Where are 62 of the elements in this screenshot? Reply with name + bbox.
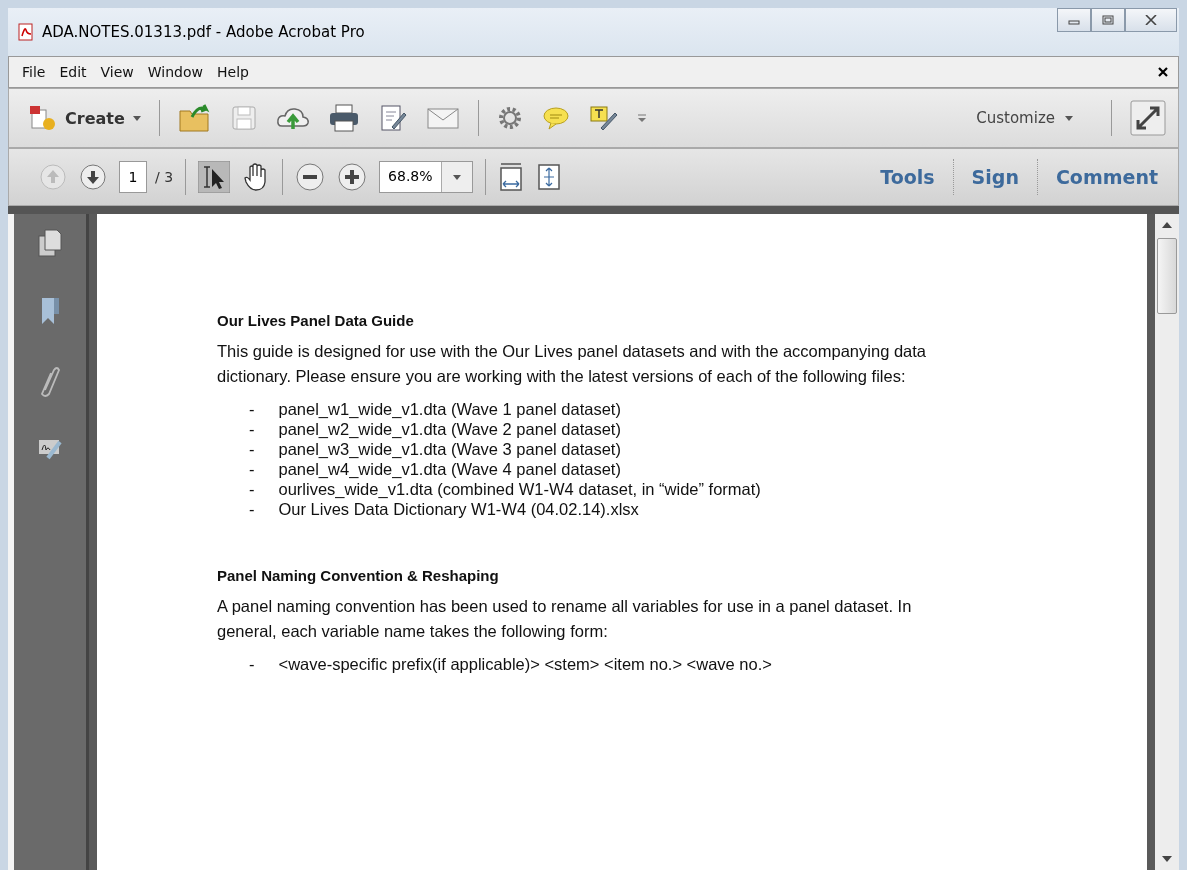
list-item: Our Lives Data Dictionary W1-W4 (04.02.14).xlsx: [278, 499, 639, 519]
list-marker: -: [249, 439, 255, 459]
scrollbar[interactable]: [1155, 214, 1179, 870]
create-button[interactable]: Create: [29, 104, 141, 132]
list-item: panel_w1_wide_v1.dta (Wave 1 panel dataset): [278, 399, 621, 419]
gear-icon[interactable]: [496, 105, 523, 131]
scroll-down-icon[interactable]: [1162, 856, 1172, 862]
panel-tab[interactable]: Sign: [965, 162, 1025, 192]
restore-icon: [1102, 15, 1114, 25]
close-button[interactable]: [1125, 8, 1177, 32]
create-document-icon: [29, 104, 57, 132]
window-title: ADA.NOTES.01313.pdf - Adobe Acrobat Pro: [42, 23, 365, 41]
panel-tab[interactable]: Tools: [874, 162, 941, 192]
bookmark-icon[interactable]: [40, 296, 60, 326]
caret-icon: [452, 174, 461, 180]
paragraph: A panel naming convention has been used to rename all variables for use in a panel dataset. In general, each variable name takes the following form:: [217, 596, 913, 642]
overflow-icon[interactable]: [636, 113, 647, 123]
list-marker: -: [249, 399, 255, 419]
folder-icon[interactable]: [177, 103, 212, 133]
paperclip-icon[interactable]: [40, 364, 60, 398]
customize-button[interactable]: Customize: [970, 108, 1079, 128]
highlight-text-icon[interactable]: [588, 104, 619, 132]
close-icon[interactable]: [1158, 67, 1168, 77]
scroll-up-icon[interactable]: [1162, 222, 1172, 228]
page-count: / 3: [155, 169, 174, 185]
list-item: panel_w2_wide_v1.dta (Wave 2 panel dataset): [278, 419, 621, 439]
zoom-in-icon[interactable]: [337, 162, 368, 192]
close-icon: [1145, 15, 1157, 25]
menu-item[interactable]: Help: [210, 64, 256, 80]
list-marker: -: [249, 479, 255, 499]
fit-page-icon[interactable]: [535, 162, 562, 192]
scrollbar-thumb[interactable]: [1157, 238, 1177, 314]
list-marker: -: [249, 419, 255, 439]
menu-item[interactable]: Window: [140, 64, 210, 80]
maximize-button[interactable]: [1091, 8, 1125, 32]
caret-icon: [132, 115, 141, 121]
print-icon[interactable]: [327, 103, 360, 133]
fit-width-icon[interactable]: [497, 162, 524, 192]
list-item: panel_w3_wide_v1.dta (Wave 3 panel dataset): [278, 439, 621, 459]
expand-icon[interactable]: [1130, 100, 1166, 136]
pages-icon[interactable]: [38, 228, 62, 258]
zoom-field[interactable]: 68.8%: [379, 161, 473, 193]
list-marker: -: [249, 654, 255, 674]
list-marker: -: [249, 459, 255, 479]
list-item: panel_w4_wide_v1.dta (Wave 4 panel dataset): [278, 459, 621, 479]
list-item: ourlives_wide_v1.dta (combined W1-W4 dataset, in “wide” format): [278, 479, 761, 499]
page-number-field[interactable]: 1: [119, 161, 147, 193]
caret-icon: [1065, 115, 1073, 121]
minimize-button[interactable]: [1057, 8, 1091, 32]
list-item: <wave-specific prefix(if applicable)> <stem> <item no.> <wave no.>: [278, 654, 772, 674]
list-marker: -: [249, 499, 255, 519]
menu-item[interactable]: View: [93, 64, 141, 80]
next-page-icon[interactable]: [79, 163, 107, 191]
zoom-out-icon[interactable]: [295, 162, 326, 192]
pdf-file-icon: [16, 22, 36, 42]
menu-item[interactable]: Edit: [52, 64, 94, 80]
panel-tab[interactable]: Comment: [1049, 162, 1164, 192]
section-heading: Panel Naming Convention & Reshaping: [217, 567, 500, 584]
paragraph: This guide is designed for use with the Our Lives panel datasets and with the accompanying data dictionary. Please ensure you are working with the latest versions of each of the following files:: [217, 341, 927, 387]
section-heading: Our Lives Panel Data Guide: [217, 312, 415, 329]
select-cursor-icon[interactable]: [198, 161, 231, 193]
menu-item[interactable]: File: [15, 64, 53, 80]
